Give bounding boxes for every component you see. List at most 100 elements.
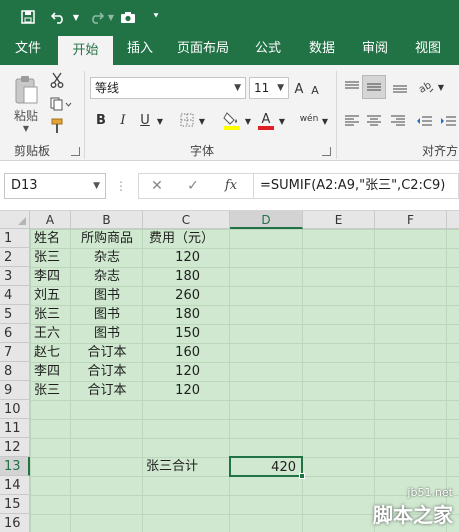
align-left-icon[interactable] [342, 111, 362, 131]
formula-input[interactable]: =SUMIF(A2:A9,"张三",C2:C9) [254, 173, 459, 199]
shrink-font-icon[interactable]: A [308, 82, 322, 98]
tab-data[interactable]: 数据 [299, 33, 345, 65]
row-header[interactable]: 12 [0, 438, 30, 457]
row-header[interactable]: 1 [0, 229, 30, 248]
chevron-down-icon[interactable]: ▼ [277, 78, 284, 98]
row-header[interactable]: 15 [0, 495, 30, 514]
underline-button[interactable]: U [137, 111, 153, 129]
cancel-icon[interactable]: ✕ [145, 178, 169, 196]
insert-function-icon[interactable]: fx [219, 178, 243, 196]
table-cell[interactable]: 160 [143, 343, 230, 362]
row-header[interactable]: 6 [0, 324, 30, 343]
table-cell[interactable]: 合订本 [71, 381, 143, 400]
row-header-selected[interactable]: 13 [0, 457, 30, 476]
table-cell[interactable]: 刘五 [31, 286, 71, 305]
column-header-b[interactable]: B [71, 211, 143, 229]
name-box[interactable]: D13 ▼ [4, 173, 106, 199]
format-painter-icon[interactable] [48, 117, 66, 135]
table-header-name[interactable]: 姓名 [31, 229, 71, 248]
chevron-down-icon[interactable]: ▼ [93, 174, 100, 198]
table-cell[interactable]: 图书 [71, 286, 143, 305]
table-cell[interactable]: 120 [143, 248, 230, 267]
table-cell[interactable]: 260 [143, 286, 230, 305]
row-header[interactable]: 2 [0, 248, 30, 267]
select-all-button[interactable] [0, 211, 30, 229]
row-header[interactable]: 5 [0, 305, 30, 324]
font-color-dropdown-icon[interactable]: ▼ [277, 115, 287, 127]
decrease-indent-icon[interactable] [414, 111, 434, 131]
column-header-f[interactable]: F [375, 211, 447, 229]
paste-label[interactable]: 粘贴 [10, 107, 42, 123]
formula-bar-grip-icon[interactable]: ⋮ [115, 177, 127, 195]
customize-qat-icon[interactable]: ⯆ [150, 7, 162, 27]
column-header-c[interactable]: C [143, 211, 230, 229]
font-name-combo[interactable]: 等线 ▼ [90, 77, 246, 99]
undo-icon[interactable] [48, 7, 70, 27]
fill-color-dropdown-icon[interactable]: ▼ [243, 115, 253, 127]
clipboard-launcher-icon[interactable] [71, 147, 80, 156]
font-size-combo[interactable]: 11 ▼ [249, 77, 289, 99]
orientation-dropdown-icon[interactable]: ▼ [436, 81, 446, 93]
table-cell[interactable]: 180 [143, 305, 230, 324]
table-cell[interactable]: 120 [143, 362, 230, 381]
grow-font-icon[interactable]: A [292, 80, 306, 98]
italic-button[interactable]: I [115, 111, 131, 129]
tab-view[interactable]: 视图 [406, 33, 450, 65]
borders-icon[interactable] [177, 111, 197, 129]
row-header[interactable]: 16 [0, 514, 30, 532]
tab-file[interactable]: 文件 [4, 33, 52, 65]
borders-dropdown-icon[interactable]: ▼ [197, 115, 207, 127]
table-cell[interactable]: 杂志 [71, 267, 143, 286]
column-header-e[interactable]: E [303, 211, 375, 229]
tab-insert[interactable]: 插入 [117, 33, 163, 65]
orientation-icon[interactable]: ab [416, 77, 436, 97]
paste-dropdown-icon[interactable]: ▼ [14, 123, 38, 133]
redo-icon[interactable] [86, 7, 106, 27]
table-cell[interactable]: 180 [143, 267, 230, 286]
table-cell[interactable]: 李四 [31, 362, 71, 381]
underline-dropdown-icon[interactable]: ▼ [155, 115, 165, 127]
table-cell[interactable]: 合订本 [71, 343, 143, 362]
enter-icon[interactable]: ✓ [181, 178, 205, 196]
table-cell[interactable]: 120 [143, 381, 230, 400]
table-cell[interactable]: 杂志 [71, 248, 143, 267]
paste-icon[interactable] [12, 75, 40, 105]
align-center-icon[interactable] [364, 111, 384, 131]
table-cell[interactable]: 150 [143, 324, 230, 343]
table-cell[interactable]: 李四 [31, 267, 71, 286]
save-icon[interactable] [18, 7, 38, 27]
row-header[interactable]: 10 [0, 400, 30, 419]
active-cell-d13[interactable]: 420 [229, 456, 303, 477]
copy-icon[interactable] [48, 95, 74, 113]
phonetic-dropdown-icon[interactable]: ▼ [320, 115, 330, 127]
camera-icon[interactable] [118, 7, 138, 27]
row-header[interactable]: 4 [0, 286, 30, 305]
column-header-d[interactable]: D [230, 211, 303, 229]
align-right-icon[interactable] [388, 111, 408, 131]
phonetic-guide-icon[interactable]: wén [298, 107, 320, 131]
table-cell[interactable]: 图书 [71, 305, 143, 324]
tab-page-layout[interactable]: 页面布局 [170, 33, 236, 65]
table-cell[interactable]: 合订本 [71, 362, 143, 381]
row-header[interactable]: 8 [0, 362, 30, 381]
row-header[interactable]: 7 [0, 343, 30, 362]
font-color-icon[interactable]: A [256, 109, 276, 131]
align-middle-icon[interactable] [362, 75, 386, 99]
table-cell[interactable]: 赵七 [31, 343, 71, 362]
chevron-down-icon[interactable]: ▼ [234, 78, 241, 98]
bold-button[interactable]: B [93, 111, 109, 129]
cut-icon[interactable] [48, 71, 66, 89]
align-top-icon[interactable] [342, 77, 362, 97]
increase-indent-icon[interactable] [438, 111, 458, 131]
fill-handle[interactable] [299, 473, 305, 479]
font-launcher-icon[interactable] [322, 147, 331, 156]
table-header-cost[interactable]: 费用（元） [146, 229, 230, 248]
tab-formulas[interactable]: 公式 [246, 33, 290, 65]
row-header[interactable]: 3 [0, 267, 30, 286]
table-cell[interactable]: 张三 [31, 381, 71, 400]
table-cell[interactable]: 王六 [31, 324, 71, 343]
row-header[interactable]: 14 [0, 476, 30, 495]
table-cell[interactable]: 张三 [31, 248, 71, 267]
column-header-g[interactable] [447, 211, 459, 229]
table-header-item[interactable]: 所购商品 [71, 229, 143, 248]
